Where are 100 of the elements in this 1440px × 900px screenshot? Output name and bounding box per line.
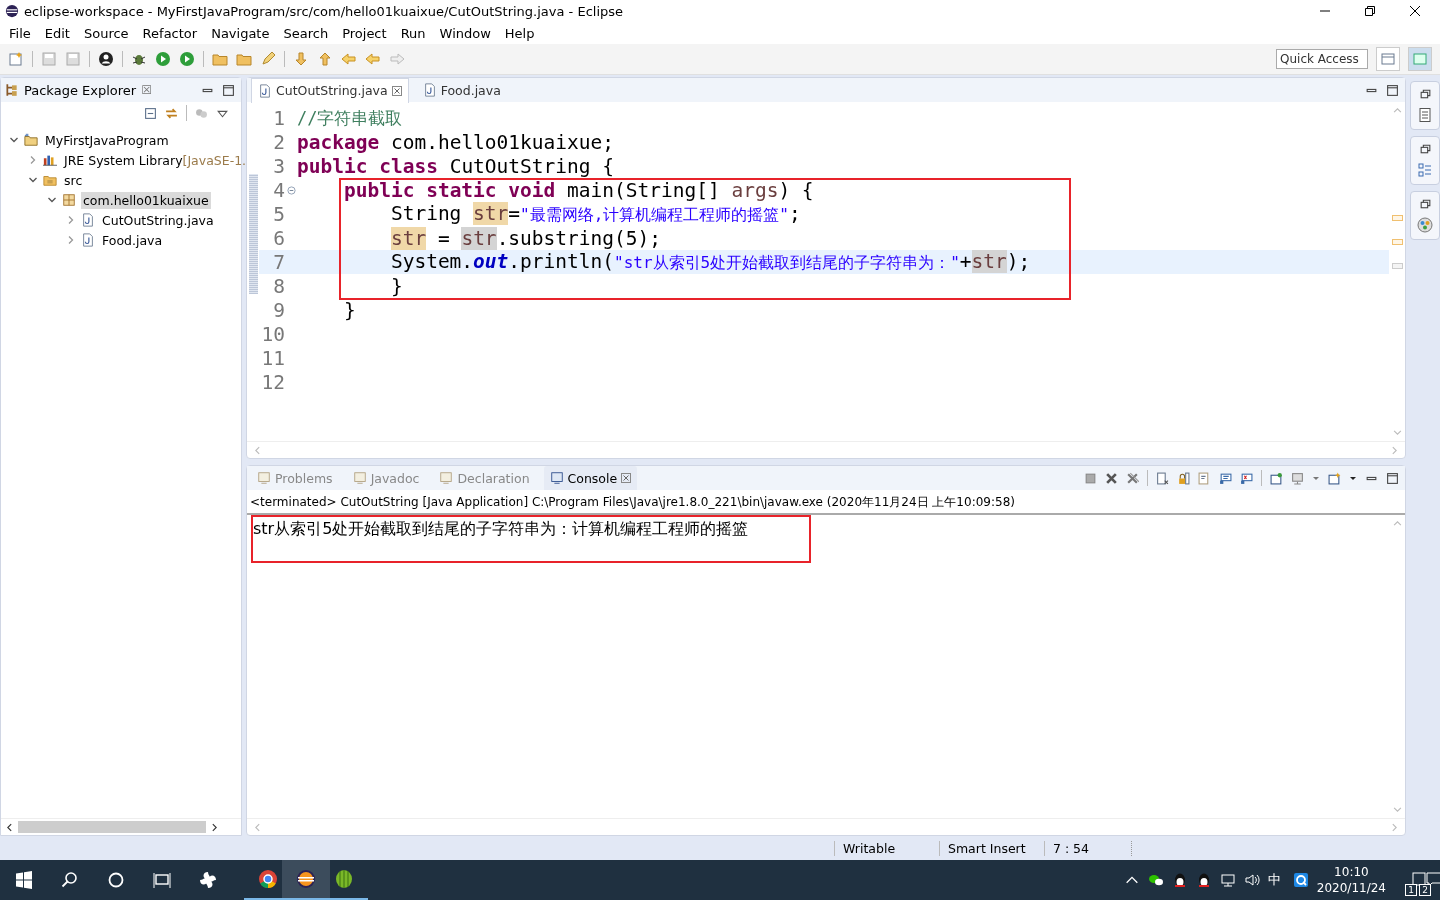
stop-icon[interactable] — [1084, 471, 1097, 485]
code-line: } — [389, 274, 403, 298]
restore-icon[interactable] — [1365, 6, 1375, 16]
source-folder-icon — [43, 173, 57, 187]
maximize-icon[interactable] — [1386, 471, 1399, 485]
network-icon[interactable] — [1219, 872, 1236, 888]
run-icon[interactable] — [179, 51, 195, 67]
dropdown-icon[interactable] — [1349, 474, 1357, 482]
monitor-icon[interactable] — [1291, 471, 1304, 485]
speaker-icon[interactable] — [1243, 872, 1260, 888]
notification-count: 1 — [1405, 883, 1417, 896]
occurrence-marker[interactable] — [1391, 239, 1403, 245]
tree-item[interactable]: Food.java — [100, 231, 165, 249]
restore-icon[interactable] — [1418, 143, 1432, 156]
run-icon[interactable] — [155, 51, 171, 67]
restore-icon[interactable] — [1418, 88, 1432, 101]
menu-item[interactable]: Source — [76, 25, 136, 41]
windows-start-icon[interactable] — [14, 870, 34, 890]
up-arrow-icon[interactable] — [317, 51, 333, 67]
quick-access-field[interactable]: Quick Access — [1276, 49, 1368, 69]
line-number: 5 — [272, 202, 285, 226]
scroll-lock-icon[interactable] — [1177, 471, 1190, 485]
occurrence-marker[interactable] — [1391, 215, 1403, 221]
q-app-icon[interactable] — [1292, 872, 1309, 888]
menu-item[interactable]: Window — [432, 25, 498, 41]
link-icon[interactable] — [165, 106, 178, 120]
editor-tab[interactable]: CutOutString.java — [251, 77, 409, 103]
document-icon[interactable] — [1417, 107, 1433, 123]
menu-item[interactable]: Project — [335, 25, 394, 41]
remove-all-icon[interactable] — [1126, 471, 1139, 485]
console-stderr-icon[interactable] — [1240, 471, 1253, 485]
code-line: public class CutOutString { — [297, 154, 614, 178]
java-file-icon — [81, 233, 95, 247]
clock-time[interactable]: 10:10 — [1334, 864, 1369, 880]
palette-icon[interactable] — [1417, 217, 1433, 233]
input-method-indicator[interactable]: 中 — [1267, 871, 1281, 889]
circle-icon[interactable] — [106, 870, 126, 890]
books-icon — [43, 153, 57, 167]
pin-icon[interactable] — [1270, 471, 1283, 485]
code-line: System.out.println("str从索引5处开始截取到结尾的子字符串为："+str); — [389, 250, 1031, 274]
collapse-all-icon[interactable] — [144, 106, 157, 120]
folder-icon[interactable] — [212, 51, 228, 67]
chat-bubbles-icon[interactable] — [1147, 872, 1164, 888]
menu-item[interactable]: Edit — [37, 25, 77, 41]
console-stdout-icon[interactable] — [1219, 471, 1232, 485]
restore-icon[interactable] — [1418, 198, 1432, 211]
pen-icon[interactable] — [260, 51, 276, 67]
status-field: 7 : 54 — [1044, 840, 1132, 856]
code-line: } — [342, 298, 356, 322]
line-number: 4 — [272, 178, 285, 202]
clock-date[interactable]: 2020/11/24 — [1316, 880, 1386, 896]
maximize-icon[interactable] — [222, 83, 235, 97]
menu-item[interactable]: Help — [497, 25, 542, 41]
close-icon[interactable] — [1410, 6, 1420, 16]
watermelon-icon[interactable] — [334, 869, 354, 889]
tree-item[interactable]: com.hello01kuaixue — [81, 191, 211, 209]
pinwheel-icon[interactable] — [198, 870, 218, 890]
tree-item[interactable]: src — [62, 171, 85, 189]
scroll-right-icon[interactable] — [210, 822, 219, 832]
line-number: 3 — [272, 154, 285, 178]
package-tree-icon — [5, 83, 19, 97]
scroll-left-icon[interactable] — [5, 822, 14, 832]
eclipse-icon[interactable] — [296, 869, 316, 889]
chrome-icon[interactable] — [258, 869, 278, 889]
maximize-icon[interactable] — [1386, 83, 1399, 97]
eclipse-logo-icon — [5, 4, 19, 18]
word-wrap-icon[interactable] — [1198, 471, 1211, 485]
collapse-icon[interactable] — [286, 185, 296, 195]
action-center-icon[interactable] — [1426, 870, 1440, 887]
new-console-icon[interactable] — [1328, 471, 1341, 485]
outline-icon[interactable] — [1417, 162, 1433, 178]
code-line: package com.hello01kuaixue; — [297, 130, 614, 154]
clear-console-icon[interactable] — [1156, 471, 1169, 485]
notification-count: 2 — [1419, 883, 1431, 896]
editor-tab[interactable]: Food.java — [416, 78, 507, 102]
code-line: str = str.substring(5); — [389, 226, 661, 250]
search-icon[interactable] — [60, 870, 80, 890]
code-line: //字符串截取 — [297, 107, 403, 130]
remove-icon[interactable] — [1105, 471, 1118, 485]
menu-item[interactable]: Run — [393, 25, 433, 41]
task-view-icon[interactable] — [152, 870, 172, 890]
menu-item[interactable]: Search — [276, 25, 336, 41]
menu-item[interactable]: Navigate — [204, 25, 277, 41]
menu-item[interactable]: Refactor — [135, 25, 205, 41]
status-field: Smart Insert — [939, 840, 1044, 856]
view-icon — [549, 471, 564, 485]
folder-icon[interactable] — [236, 51, 252, 67]
tree-item[interactable]: JRE System Library[JavaSE-1. — [62, 151, 249, 169]
tree-item[interactable]: CutOutString.java — [100, 211, 216, 229]
java-file-icon — [81, 213, 95, 227]
console-header: <terminated> CutOutString [Java Application] C:\Program Files\Java\jre1.8.0_221\bin\javaw.exe (2020年11月24日 上午10:09:58) — [247, 490, 1405, 515]
tree-item[interactable]: MyFirstJavaProgram — [43, 131, 171, 149]
scrollbar-thumb[interactable] — [18, 821, 206, 833]
view-icon — [257, 471, 271, 485]
down-arrow-icon[interactable] — [293, 51, 309, 67]
view-tab[interactable]: Console — [543, 466, 638, 490]
desktop-icon[interactable] — [1412, 870, 1428, 887]
person-icon[interactable] — [98, 51, 114, 67]
menu-item[interactable]: File — [2, 25, 38, 41]
java-file-icon — [422, 83, 437, 97]
